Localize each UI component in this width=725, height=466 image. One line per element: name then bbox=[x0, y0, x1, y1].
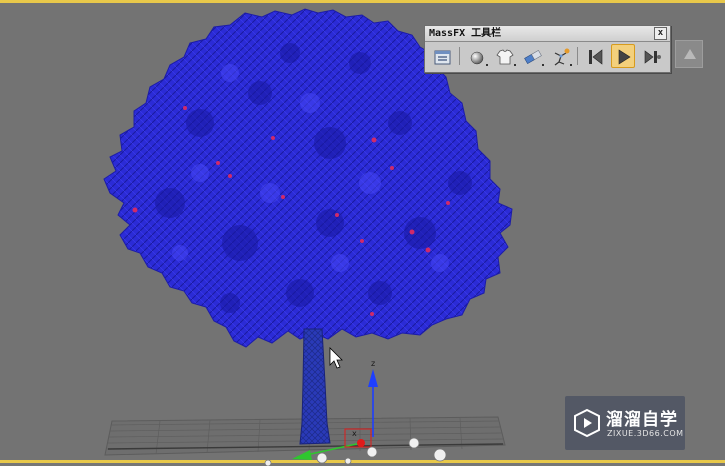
mcloth-button[interactable] bbox=[492, 44, 516, 68]
constraint-icon bbox=[524, 49, 542, 65]
massfx-toolbar[interactable]: MassFX 工具栏 x bbox=[424, 25, 671, 73]
flyout-indicator bbox=[542, 64, 544, 66]
massfx-toolbar-title: MassFX 工具栏 bbox=[429, 28, 502, 39]
massfx-tools bbox=[428, 44, 667, 70]
world-parameters-icon bbox=[434, 50, 451, 65]
tree-trunk[interactable] bbox=[299, 328, 331, 445]
toolbar-separator bbox=[577, 47, 578, 65]
step-simulation-button[interactable] bbox=[639, 44, 663, 68]
massfx-toolbar-titlebar[interactable]: MassFX 工具栏 x bbox=[425, 26, 670, 42]
reset-simulation-icon bbox=[589, 49, 603, 65]
flyout-indicator bbox=[570, 64, 572, 66]
logo-icon bbox=[574, 408, 600, 438]
ragdoll-icon bbox=[554, 48, 570, 66]
watermark-url: ZIXUE.3D66.COM bbox=[607, 429, 684, 438]
arrow-icon bbox=[684, 49, 696, 59]
toolbar-separator bbox=[459, 47, 460, 65]
mouse-cursor bbox=[329, 347, 343, 369]
flyout-indicator bbox=[514, 64, 516, 66]
flyout-indicator bbox=[486, 64, 488, 66]
step-simulation-icon bbox=[644, 50, 661, 64]
reset-simulation-button[interactable] bbox=[583, 44, 607, 68]
constraint-button[interactable] bbox=[520, 44, 544, 68]
ragdoll-button[interactable] bbox=[548, 44, 572, 68]
watermark-name: 溜溜自学 bbox=[606, 410, 678, 430]
mcloth-icon bbox=[496, 49, 514, 65]
rigid-body-button[interactable] bbox=[464, 44, 488, 68]
world-parameters-button[interactable] bbox=[430, 44, 454, 68]
z-axis-label: z bbox=[371, 359, 376, 368]
play-simulation-button[interactable] bbox=[611, 44, 635, 68]
close-button[interactable]: x bbox=[654, 27, 667, 40]
x-axis-label: x bbox=[352, 429, 357, 438]
side-panel-button[interactable] bbox=[675, 40, 703, 68]
rigid-body-icon bbox=[470, 51, 484, 65]
play-simulation-icon bbox=[618, 49, 631, 65]
watermark: 溜溜自学 ZIXUE.3D66.COM bbox=[565, 396, 685, 450]
